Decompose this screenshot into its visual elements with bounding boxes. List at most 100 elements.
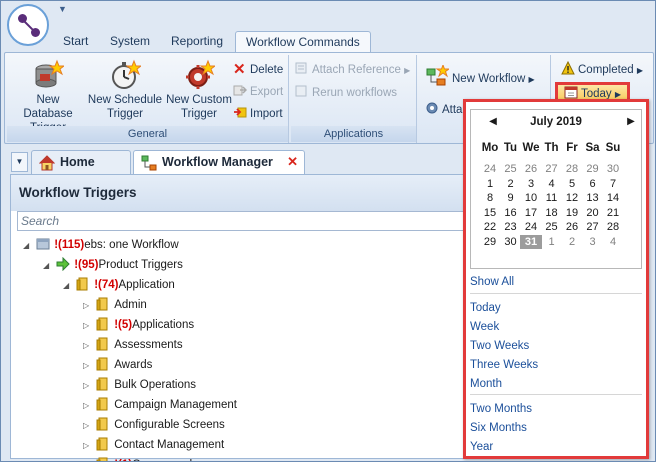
new-schedule-trigger-button[interactable]: New Schedule Trigger: [87, 59, 163, 121]
calendar-day[interactable]: 2: [561, 235, 583, 249]
expand-toggle-icon[interactable]: ▷: [83, 396, 93, 416]
new-database-trigger-button[interactable]: New Database Trigger: [11, 59, 85, 135]
expand-toggle-icon[interactable]: ◢: [63, 276, 73, 296]
tree-node[interactable]: ▷ Assessments: [83, 335, 183, 355]
calendar-day[interactable]: 24: [479, 162, 501, 176]
calendar-day[interactable]: 30: [602, 162, 624, 176]
calendar-day[interactable]: 3: [582, 235, 604, 249]
calendar-day[interactable]: 25: [541, 220, 563, 234]
calendar-day[interactable]: 4: [541, 177, 563, 191]
calendar-day[interactable]: 5: [561, 177, 583, 191]
attach-reference-button[interactable]: Attach Reference ▶: [295, 61, 410, 79]
range-option[interactable]: Two Months: [470, 400, 640, 418]
next-month-icon[interactable]: ▶: [623, 110, 639, 134]
calendar-day[interactable]: 26: [520, 162, 542, 176]
tree-node[interactable]: ▷ !(5)Applications: [83, 315, 194, 335]
quick-access-dropdown-icon[interactable]: ▼: [58, 4, 67, 14]
tab-home[interactable]: Home: [31, 150, 131, 174]
calendar-day[interactable]: 13: [582, 191, 604, 205]
calendar-day[interactable]: 27: [582, 220, 604, 234]
calendar-day[interactable]: 20: [582, 206, 604, 220]
calendar-day[interactable]: 30: [500, 235, 522, 249]
calendar-day[interactable]: 11: [541, 191, 563, 205]
expand-toggle-icon[interactable]: ▷: [83, 436, 93, 456]
tree-node[interactable]: ◢ !(95)Product Triggers: [43, 255, 183, 275]
calendar-day[interactable]: 14: [602, 191, 624, 205]
export-button[interactable]: Export: [233, 83, 283, 101]
calendar-day[interactable]: 6: [582, 177, 604, 191]
tree-node[interactable]: ▷ Configurable Screens: [83, 415, 225, 435]
calendar-day[interactable]: 10: [520, 191, 542, 205]
calendar-day[interactable]: 2: [500, 177, 522, 191]
tab-workflow-manager[interactable]: Workflow Manager ✕: [133, 150, 305, 174]
expand-toggle-icon[interactable]: ▷: [83, 296, 93, 316]
tab-system[interactable]: System: [100, 31, 160, 53]
expand-toggle-icon[interactable]: ▷: [83, 356, 93, 376]
rerun-workflows-button[interactable]: Rerun workflows: [295, 84, 397, 102]
calendar-day[interactable]: 3: [520, 177, 542, 191]
expand-toggle-icon[interactable]: ▷: [83, 376, 93, 396]
calendar-day[interactable]: 22: [479, 220, 501, 234]
calendar-day[interactable]: 7: [602, 177, 624, 191]
new-custom-trigger-button[interactable]: New Custom Trigger: [163, 59, 235, 121]
close-tab-icon[interactable]: ✕: [287, 151, 298, 173]
expand-toggle-icon[interactable]: ▷: [83, 416, 93, 436]
range-option[interactable]: Month: [470, 375, 640, 393]
calendar-day[interactable]: 17: [520, 206, 542, 220]
tree-node[interactable]: ◢ !(74)Application: [63, 275, 175, 295]
calendar-day[interactable]: 12: [561, 191, 583, 205]
attach-button[interactable]: Atta: [425, 101, 462, 119]
range-option[interactable]: Two Weeks: [470, 337, 640, 355]
tree-node[interactable]: ▷ Awards: [83, 355, 152, 375]
calendar-day[interactable]: 23: [500, 220, 522, 234]
expand-toggle-icon[interactable]: ▷: [83, 316, 93, 336]
completed-button[interactable]: Completed ▶: [561, 61, 643, 79]
expand-toggle-icon[interactable]: ▷: [83, 456, 93, 461]
calendar-day[interactable]: 26: [561, 220, 583, 234]
tab-reporting[interactable]: Reporting: [161, 31, 233, 53]
tree-node[interactable]: ▷ Campaign Management: [83, 395, 237, 415]
tree-node-label: Applications: [132, 319, 195, 331]
expand-toggle-icon[interactable]: ◢: [23, 236, 33, 256]
calendar-day[interactable]: 1: [541, 235, 563, 249]
calendar-day[interactable]: 15: [479, 206, 501, 220]
tree-node[interactable]: ▷ !(1)Correspondence: [83, 455, 217, 461]
expand-toggle-icon[interactable]: ▷: [83, 336, 93, 356]
tab-start[interactable]: Start: [53, 31, 98, 53]
tree-node[interactable]: ▷ Bulk Operations: [83, 375, 196, 395]
new-workflow-button[interactable]: New Workflow ▶: [425, 65, 535, 86]
calendar-day[interactable]: 18: [541, 206, 563, 220]
calendar-day[interactable]: 25: [500, 162, 522, 176]
import-button[interactable]: Import: [233, 105, 283, 123]
tab-workflow-commands[interactable]: Workflow Commands: [235, 31, 371, 53]
range-option[interactable]: Today: [470, 299, 640, 317]
tree-node[interactable]: ◢ !(115)ebs: one Workflow: [23, 235, 179, 255]
calendar-day[interactable]: 9: [500, 191, 522, 205]
option-show-all[interactable]: Show All: [470, 273, 640, 291]
calendar-day[interactable]: 29: [479, 235, 501, 249]
expand-toggle-icon[interactable]: ◢: [43, 256, 53, 276]
calendar-day[interactable]: 8: [479, 191, 501, 205]
calendar-day[interactable]: 24: [520, 220, 542, 234]
range-option[interactable]: Year: [470, 438, 640, 456]
calendar-day[interactable]: 28: [602, 220, 624, 234]
calendar-day[interactable]: 1: [479, 177, 501, 191]
tab-list-dropdown-icon[interactable]: ▼: [11, 152, 28, 172]
calendar-day[interactable]: 27: [541, 162, 563, 176]
calendar-day[interactable]: 21: [602, 206, 624, 220]
weekday-header: Fr: [566, 142, 578, 154]
tree-node[interactable]: ▷ Contact Management: [83, 435, 224, 455]
range-option[interactable]: Week: [470, 318, 640, 336]
calendar-day[interactable]: 16: [500, 206, 522, 220]
delete-button[interactable]: ✕ Delete: [233, 61, 283, 79]
tree-node[interactable]: ▷ Admin: [83, 295, 147, 315]
range-option[interactable]: Three Weeks: [470, 356, 640, 374]
calendar-day[interactable]: 29: [582, 162, 604, 176]
calendar-day[interactable]: 19: [561, 206, 583, 220]
calendar-day[interactable]: 28: [561, 162, 583, 176]
search-input[interactable]: Search: [17, 211, 469, 231]
calendar-day[interactable]: 4: [602, 235, 624, 249]
range-option[interactable]: Six Months: [470, 419, 640, 437]
calendar-day-selected[interactable]: 31: [520, 235, 542, 249]
application-menu-button[interactable]: [7, 4, 49, 46]
